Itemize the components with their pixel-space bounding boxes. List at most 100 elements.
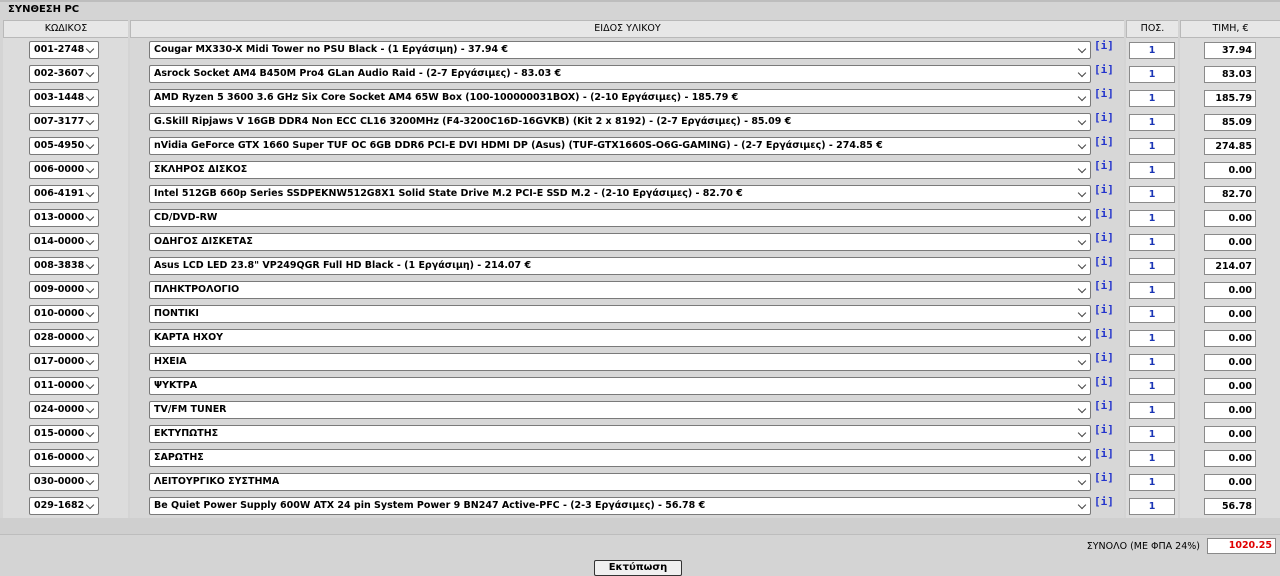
item-select[interactable]: ΨΥΚΤΡΑ (149, 377, 1091, 395)
item-select[interactable]: Intel 512GB 660p Series SSDPEKNW512G8X1 … (149, 185, 1091, 203)
info-icon[interactable]: [i] (1094, 183, 1114, 197)
quantity-field[interactable]: 1 (1129, 498, 1175, 515)
item-select[interactable]: TV/FM TUNER (149, 401, 1091, 419)
code-select[interactable]: 003-1448 (29, 89, 99, 107)
price-field: 83.03 (1204, 66, 1256, 83)
item-select[interactable]: CD/DVD-RW (149, 209, 1091, 227)
info-icon[interactable]: [i] (1094, 399, 1114, 413)
item-select[interactable]: ΕΚΤΥΠΩΤΗΣ (149, 425, 1091, 443)
chevron-down-icon (1077, 44, 1087, 54)
item-select[interactable]: nVidia GeForce GTX 1660 Super TUF OC 6GB… (149, 137, 1091, 155)
code-select[interactable]: 024-0000 (29, 401, 99, 419)
code-select[interactable]: 028-0000 (29, 329, 99, 347)
quantity-field[interactable]: 1 (1129, 378, 1175, 395)
code-select[interactable]: 030-0000 (29, 473, 99, 491)
chevron-down-icon (1077, 404, 1087, 414)
code-select[interactable]: 011-0000 (29, 377, 99, 395)
info-icon[interactable]: [i] (1094, 135, 1114, 149)
item-value: Be Quiet Power Supply 600W ATX 24 pin Sy… (154, 500, 706, 511)
item-value: ΟΔΗΓΟΣ ΔΙΣΚΕΤΑΣ (154, 236, 253, 247)
info-icon[interactable]: [i] (1094, 63, 1114, 77)
quantity-field[interactable]: 1 (1129, 306, 1175, 323)
item-select[interactable]: Cougar MX330-X Midi Tower no PSU Black -… (149, 41, 1091, 59)
info-icon[interactable]: [i] (1094, 207, 1114, 221)
item-select[interactable]: G.Skill Ripjaws V 16GB DDR4 Non ECC CL16… (149, 113, 1091, 131)
info-icon[interactable]: [i] (1094, 87, 1114, 101)
item-select[interactable]: Asrock Socket AM4 B450M Pro4 GLan Audio … (149, 65, 1091, 83)
code-select[interactable]: 006-0000 (29, 161, 99, 179)
info-icon[interactable]: [i] (1094, 39, 1114, 53)
chevron-down-icon (1077, 380, 1087, 390)
info-icon[interactable]: [i] (1094, 351, 1114, 365)
quantity-field[interactable]: 1 (1129, 354, 1175, 371)
info-icon[interactable]: [i] (1094, 255, 1114, 269)
code-select[interactable]: 007-3177 (29, 113, 99, 131)
quantity-field[interactable]: 1 (1129, 450, 1175, 467)
quantity-field[interactable]: 1 (1129, 138, 1175, 155)
info-icon[interactable]: [i] (1094, 495, 1114, 509)
quantity-field[interactable]: 1 (1129, 282, 1175, 299)
info-icon[interactable]: [i] (1094, 279, 1114, 293)
info-icon[interactable]: [i] (1094, 327, 1114, 341)
item-select[interactable]: ΠΟΝΤΙΚΙ (149, 305, 1091, 323)
code-select[interactable]: 017-0000 (29, 353, 99, 371)
quantity-field[interactable]: 1 (1129, 234, 1175, 251)
table-row: 001-2748 Cougar MX330-X Midi Tower no PSU… (0, 38, 1280, 62)
chevron-down-icon (1077, 140, 1087, 150)
info-icon[interactable]: [i] (1094, 471, 1114, 485)
table-row: 015-0000 ΕΚΤΥΠΩΤΗΣ [i] 1 0.00 (0, 422, 1280, 446)
code-select[interactable]: 006-4191 (29, 185, 99, 203)
item-select[interactable]: AMD Ryzen 5 3600 3.6 GHz Six Core Socket… (149, 89, 1091, 107)
price-field: 0.00 (1204, 450, 1256, 467)
info-icon[interactable]: [i] (1094, 423, 1114, 437)
code-select[interactable]: 013-0000 (29, 209, 99, 227)
quantity-field[interactable]: 1 (1129, 186, 1175, 203)
quantity-field[interactable]: 1 (1129, 426, 1175, 443)
item-select[interactable]: Be Quiet Power Supply 600W ATX 24 pin Sy… (149, 497, 1091, 515)
table-row: 013-0000 CD/DVD-RW [i] 1 0.00 (0, 206, 1280, 230)
page-title: ΣΥΝΘΕΣΗ PC (8, 4, 80, 15)
item-select[interactable]: ΟΔΗΓΟΣ ΔΙΣΚΕΤΑΣ (149, 233, 1091, 251)
code-select[interactable]: 010-0000 (29, 305, 99, 323)
info-icon[interactable]: [i] (1094, 159, 1114, 173)
code-select[interactable]: 015-0000 (29, 425, 99, 443)
item-select[interactable]: ΣΚΛΗΡΟΣ ΔΙΣΚΟΣ (149, 161, 1091, 179)
price-field: 82.70 (1204, 186, 1256, 203)
chevron-down-icon (85, 116, 95, 126)
code-select[interactable]: 002-3607 (29, 65, 99, 83)
quantity-field[interactable]: 1 (1129, 210, 1175, 227)
code-select[interactable]: 001-2748 (29, 41, 99, 59)
price-field: 0.00 (1204, 402, 1256, 419)
info-icon[interactable]: [i] (1094, 303, 1114, 317)
info-icon[interactable]: [i] (1094, 447, 1114, 461)
code-select[interactable]: 005-4950 (29, 137, 99, 155)
code-select[interactable]: 014-0000 (29, 233, 99, 251)
code-select[interactable]: 008-3838 (29, 257, 99, 275)
item-select[interactable]: ΛΕΙΤΟΥΡΓΙΚΟ ΣΥΣΤΗΜΑ (149, 473, 1091, 491)
quantity-field[interactable]: 1 (1129, 474, 1175, 491)
quantity-field[interactable]: 1 (1129, 258, 1175, 275)
quantity-field[interactable]: 1 (1129, 114, 1175, 131)
quantity-field[interactable]: 1 (1129, 402, 1175, 419)
chevron-down-icon (85, 380, 95, 390)
quantity-field[interactable]: 1 (1129, 66, 1175, 83)
chevron-down-icon (1077, 212, 1087, 222)
item-select[interactable]: ΗΧΕΙΑ (149, 353, 1091, 371)
quantity-field[interactable]: 1 (1129, 162, 1175, 179)
chevron-down-icon (1077, 188, 1087, 198)
item-value: ΨΥΚΤΡΑ (154, 380, 198, 391)
quantity-field[interactable]: 1 (1129, 330, 1175, 347)
quantity-field[interactable]: 1 (1129, 42, 1175, 59)
print-button[interactable]: Εκτύπωση (594, 560, 682, 576)
info-icon[interactable]: [i] (1094, 375, 1114, 389)
item-select[interactable]: ΠΛΗΚΤΡΟΛΟΓΙΟ (149, 281, 1091, 299)
info-icon[interactable]: [i] (1094, 111, 1114, 125)
code-select[interactable]: 016-0000 (29, 449, 99, 467)
quantity-field[interactable]: 1 (1129, 90, 1175, 107)
item-select[interactable]: Asus LCD LED 23.8" VP249QGR Full HD Blac… (149, 257, 1091, 275)
item-select[interactable]: ΚΑΡΤΑ ΗΧΟΥ (149, 329, 1091, 347)
item-select[interactable]: ΣΑΡΩΤΗΣ (149, 449, 1091, 467)
code-select[interactable]: 009-0000 (29, 281, 99, 299)
code-select[interactable]: 029-1682 (29, 497, 99, 515)
info-icon[interactable]: [i] (1094, 231, 1114, 245)
